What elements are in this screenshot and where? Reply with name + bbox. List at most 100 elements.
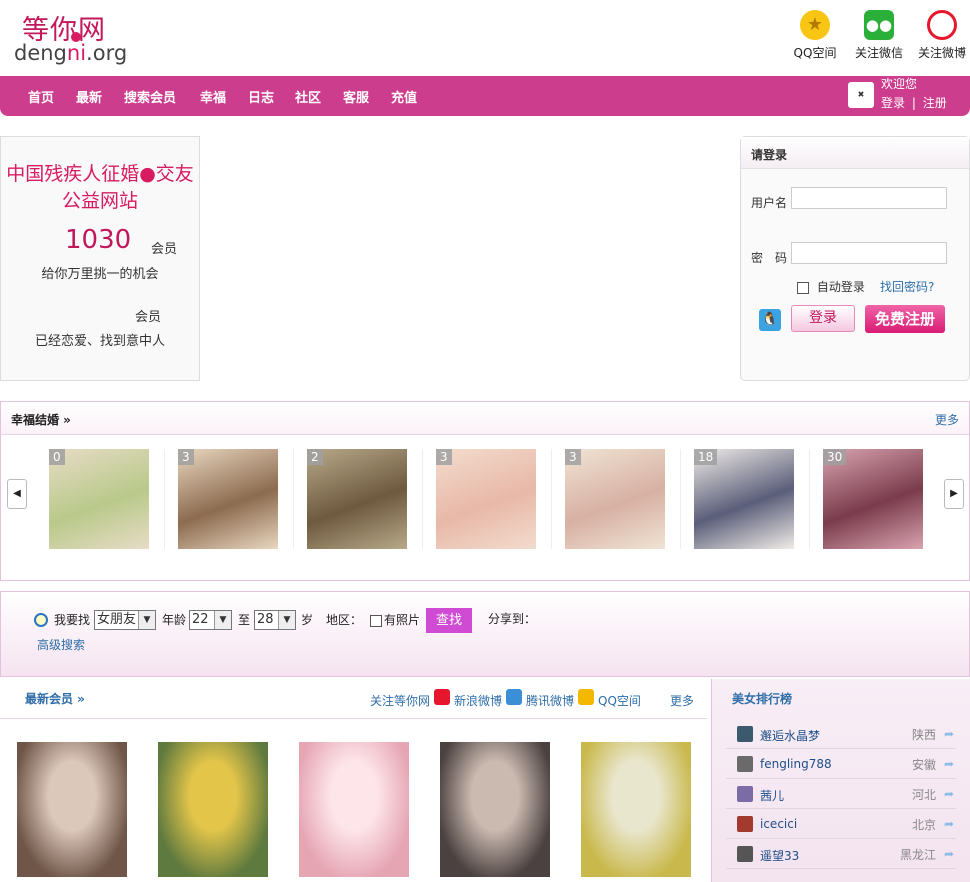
arrow-right-icon[interactable]: ➦ <box>944 787 954 801</box>
age-from-value: 22 <box>192 612 209 627</box>
ranking-name-link[interactable]: fengling788 <box>760 757 832 771</box>
member-unit: 会员 <box>151 242 178 257</box>
ranking-avatar[interactable] <box>737 726 753 742</box>
member-photo[interactable] <box>581 742 691 877</box>
member-photo[interactable] <box>440 742 550 877</box>
wechat-link[interactable]: ●● 关注微信 <box>849 10 909 61</box>
has-photo-checkbox[interactable] <box>370 614 382 627</box>
member-photo[interactable] <box>17 742 127 877</box>
qq-login-icon[interactable]: 🐧 <box>759 309 781 331</box>
qzone-link-label: QQ空间 <box>793 46 837 60</box>
auto-login-checkbox[interactable] <box>797 281 809 294</box>
happy-couple-photo[interactable]: 18 <box>694 449 794 549</box>
qzone-link[interactable]: ★ QQ空间 <box>785 10 845 61</box>
happy-couple-photo[interactable]: 3 <box>436 449 536 549</box>
photo-count-badge: 3 <box>436 449 452 465</box>
happy-couple-photo[interactable]: 2 <box>307 449 407 549</box>
ranking-name-link[interactable]: 遥望33 <box>760 847 799 864</box>
nav-community[interactable]: 社区 <box>295 87 321 106</box>
ranking-avatar[interactable] <box>737 846 753 862</box>
main-nav: 首页 最新 搜索会员 幸福 日志 社区 客服 充值 ✖ 欢迎您 登录 | 注册 <box>0 76 970 116</box>
nav-recharge[interactable]: 充值 <box>391 87 417 106</box>
login-button[interactable]: 登录 <box>791 305 855 332</box>
ranking-location: 陕西 <box>911 728 936 742</box>
ranking-location: 黑龙江 <box>899 848 936 862</box>
arrow-right-icon[interactable]: ➦ <box>944 847 954 861</box>
happy-marriage-title: 幸福结婚 » <box>11 413 71 427</box>
age-from-select[interactable]: 22 ▼ <box>189 610 232 630</box>
member-photo[interactable] <box>158 742 268 877</box>
ranking-avatar[interactable] <box>737 756 753 772</box>
auto-login-option[interactable]: 自动登录 <box>797 278 865 295</box>
member-photo[interactable] <box>299 742 409 877</box>
weibo-link[interactable]: 关注微博 <box>912 10 970 61</box>
nav-register-link[interactable]: 注册 <box>923 96 947 110</box>
ranking-avatar[interactable] <box>737 816 753 832</box>
nav-auth-links: 登录 | 注册 <box>881 94 947 111</box>
happy-marriage-header: 幸福结婚 » 更多 <box>1 402 969 435</box>
search-find-button[interactable]: 查找 <box>426 608 472 633</box>
nav-support[interactable]: 客服 <box>343 87 369 106</box>
ranking-row[interactable]: 遥望33 黑龙江 ➦ <box>726 839 956 869</box>
password-input[interactable] <box>791 242 947 264</box>
photo-divider <box>551 449 552 549</box>
nav-blog[interactable]: 日志 <box>248 87 274 106</box>
ranking-name-link[interactable]: 茜儿 <box>760 787 784 804</box>
age-to-label: 至 <box>238 613 251 627</box>
ranking-avatar[interactable] <box>737 786 753 802</box>
ranking-row[interactable]: 邂逅水晶梦 陕西 ➦ <box>726 719 956 749</box>
ranking-location: 河北 <box>911 788 936 802</box>
nav-login-link[interactable]: 登录 <box>881 96 905 110</box>
ranking-row[interactable]: fengling788 安徽 ➦ <box>726 749 956 779</box>
search-icon <box>34 613 48 627</box>
nav-search-members[interactable]: 搜索会员 <box>124 87 176 106</box>
search-i-want-label: 我要找 <box>54 613 91 627</box>
wechat-link-label: 关注微信 <box>854 46 903 60</box>
has-photo-option[interactable]: 有照片 <box>370 611 420 628</box>
carousel-prev-button[interactable]: ◀ <box>7 479 27 509</box>
tencent-weibo-link[interactable]: 腾讯微博 <box>526 692 574 709</box>
ranking-name-link[interactable]: 邂逅水晶梦 <box>760 727 820 744</box>
photo-divider <box>293 449 294 549</box>
happy-couple-photo[interactable]: 3 <box>565 449 665 549</box>
photo-count-badge: 0 <box>49 449 65 465</box>
age-label: 年龄 <box>162 613 187 627</box>
forgot-password-link[interactable]: 找回密码? <box>880 278 934 295</box>
chevron-down-icon: ▼ <box>214 611 231 629</box>
carousel-next-button[interactable]: ▶ <box>944 479 964 509</box>
logo-domain: dengni.org <box>14 41 128 65</box>
age-to-select[interactable]: 28 ▼ <box>254 610 296 630</box>
gender-select[interactable]: 女朋友 ▼ <box>94 610 156 630</box>
arrow-right-icon[interactable]: ➦ <box>944 817 954 831</box>
ranking-row[interactable]: 茜儿 河北 ➦ <box>726 779 956 809</box>
intro-line-2: 已经恋爱、找到意中人 <box>34 334 165 349</box>
sina-weibo-link[interactable]: 新浪微博 <box>454 692 502 709</box>
ranking-name-link[interactable]: icecici <box>760 817 797 831</box>
advanced-search-link[interactable]: 高级搜索 <box>37 636 85 653</box>
ranking-location: 北京 <box>911 818 936 832</box>
qzone-share-link[interactable]: QQ空间 <box>598 692 641 709</box>
new-members-more-link[interactable]: 更多 <box>670 692 694 709</box>
free-register-button[interactable]: 免费注册 <box>865 305 945 333</box>
happy-couple-photo[interactable]: 3 <box>178 449 278 549</box>
qzone-icon[interactable] <box>578 689 594 705</box>
photo-count-badge: 30 <box>823 449 847 465</box>
photo-divider <box>164 449 165 549</box>
happy-couple-photo[interactable]: 0 <box>49 449 149 549</box>
happy-couple-photo[interactable]: 30 <box>823 449 923 549</box>
ranking-row[interactable]: icecici 北京 ➦ <box>726 809 956 839</box>
photo-divider <box>680 449 681 549</box>
sina-weibo-icon[interactable] <box>434 689 450 705</box>
site-logo[interactable]: 等你网 dengni.org <box>14 8 128 68</box>
nav-home[interactable]: 首页 <box>28 87 54 106</box>
happy-marriage-more-link[interactable]: 更多 <box>935 411 959 428</box>
tencent-weibo-icon[interactable] <box>506 689 522 705</box>
user-avatar-icon[interactable]: ✖ <box>848 82 874 108</box>
qzone-star-icon: ★ <box>800 10 830 40</box>
nav-happiness[interactable]: 幸福 <box>200 87 226 106</box>
nav-latest[interactable]: 最新 <box>76 87 102 106</box>
happy-marriage-section: 幸福结婚 » 更多 ◀ ▶ 0 3 2 3 3 18 30 <box>0 401 970 581</box>
arrow-right-icon[interactable]: ➦ <box>944 757 954 771</box>
arrow-right-icon[interactable]: ➦ <box>944 727 954 741</box>
username-input[interactable] <box>791 187 947 209</box>
